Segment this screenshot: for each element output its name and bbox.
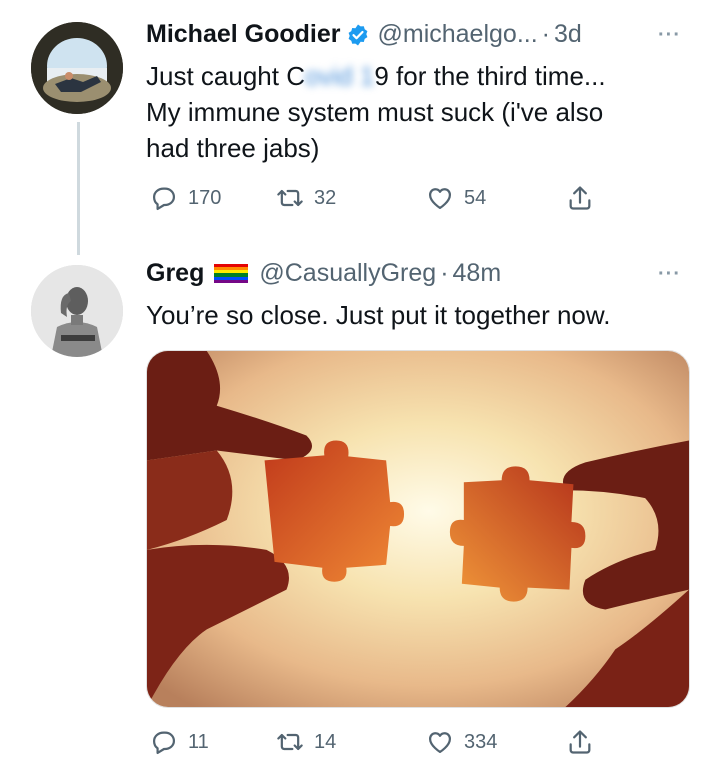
retweet-button[interactable]: 14 (276, 728, 336, 756)
like-button[interactable]: 54 (426, 184, 486, 212)
retweet-count: 32 (314, 186, 337, 209)
tweet-text-line-1: Just caught Covid 19 for the third time.… (146, 58, 686, 94)
reply-icon (152, 187, 176, 211)
timestamp[interactable]: 3d (554, 20, 582, 49)
reply-icon (152, 731, 176, 755)
user-handle[interactable]: @CasuallyGreg (259, 259, 436, 288)
avatar-michael-goodier[interactable] (31, 22, 123, 114)
like-button[interactable]: 334 (426, 728, 497, 756)
tweet-header: Michael Goodier @michaelgo... · 3d (146, 20, 582, 49)
timestamp[interactable]: 48m (453, 259, 502, 288)
separator: · (440, 259, 449, 287)
user-handle[interactable]: @michaelgo... (377, 20, 537, 49)
more-options-icon[interactable]: ··· (658, 24, 681, 47)
share-icon (569, 730, 591, 754)
like-count: 54 (464, 186, 487, 209)
verified-badge-icon (349, 24, 368, 45)
tweet-text: Just caught Covid 19 for the third time.… (146, 58, 686, 166)
reply-button[interactable]: 170 (150, 184, 221, 212)
retweet-icon (277, 189, 303, 207)
retweet-count: 14 (314, 730, 337, 753)
thread-connector-line (77, 122, 80, 255)
reply-count: 170 (188, 186, 222, 209)
tweet-text-line-1-start: Just caught C (146, 61, 305, 91)
reply-count: 11 (188, 730, 209, 753)
separator: · (541, 20, 550, 48)
rainbow-flag-icon (214, 263, 249, 284)
tweet-image-puzzle-pieces[interactable] (146, 350, 690, 708)
more-options-icon[interactable]: ··· (658, 263, 681, 286)
display-name[interactable]: Greg (146, 259, 204, 288)
share-icon (569, 186, 591, 210)
tweet-text: You’re so close. Just put it together no… (146, 300, 611, 330)
share-button[interactable] (566, 728, 594, 756)
tweet-header: Greg @CasuallyGreg · 48m (146, 259, 501, 288)
heart-icon (428, 732, 452, 754)
tweet-text-line-2: My immune system must suck (i've also (146, 97, 604, 127)
tweet-text-line-1-end: 9 for the third time... (374, 61, 606, 91)
display-name[interactable]: Michael Goodier (146, 20, 340, 49)
reply-button[interactable]: 11 (150, 728, 209, 756)
like-count: 334 (464, 730, 498, 753)
tweet-text-line-3: had three jabs) (146, 133, 320, 163)
avatar-greg[interactable] (31, 265, 123, 357)
retweet-icon (277, 733, 303, 751)
heart-icon (428, 188, 452, 210)
retweet-button[interactable]: 32 (276, 184, 336, 212)
share-button[interactable] (566, 184, 594, 212)
puzzle-pieces-image (147, 351, 689, 707)
blurred-word: ovid 1 (304, 61, 375, 91)
